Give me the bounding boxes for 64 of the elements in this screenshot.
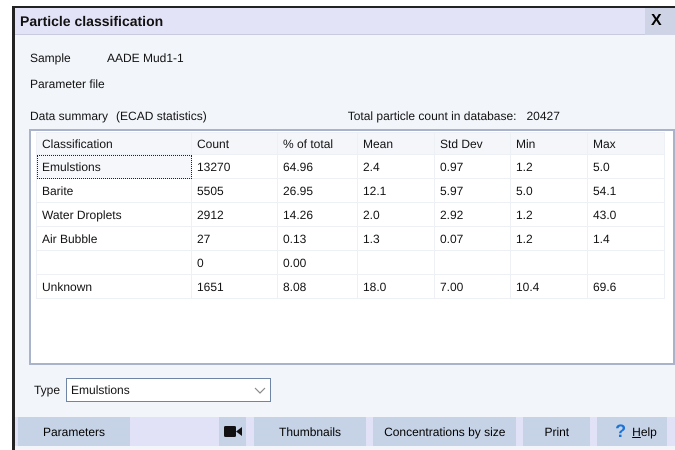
- column-header: % of total: [278, 132, 358, 154]
- table-cell: 5.0: [510, 178, 588, 202]
- table-cell: 18.0: [358, 274, 434, 298]
- table-cell: 1.3: [358, 226, 434, 250]
- toolbar-button[interactable]: Thumbnails: [254, 417, 366, 446]
- table-cell: 0.07: [434, 226, 510, 250]
- field-label: Sample: [30, 50, 72, 67]
- column-header: Classification: [36, 132, 192, 154]
- table-cell: 1.2: [510, 154, 588, 178]
- table-cell: 7.00: [434, 274, 510, 298]
- table-cell: 54.1: [588, 178, 664, 202]
- table-cell: 5.0: [588, 154, 664, 178]
- close-button[interactable]: X: [645, 8, 675, 34]
- toolbar-button[interactable]: Print: [523, 417, 590, 446]
- table-cell: 64.96: [278, 154, 358, 178]
- type-dropdown[interactable]: Emulstions: [66, 378, 272, 402]
- table-cell: 26.95: [278, 178, 358, 202]
- video-camera-icon: [224, 426, 242, 437]
- toolbar-button[interactable]: Concentrations by size: [373, 417, 516, 446]
- table-cell: 1651: [192, 274, 278, 298]
- table-cell: 69.6: [588, 274, 664, 298]
- field-label: Parameter file: [30, 77, 105, 91]
- table-cell: 0.97: [434, 154, 510, 178]
- table-cell: Water Droplets: [36, 202, 192, 226]
- table-cell: 0: [192, 250, 278, 274]
- table-cell: 0.00: [278, 250, 358, 274]
- table-cell: 10.4: [510, 274, 588, 298]
- table-cell: 12.1: [358, 178, 434, 202]
- table-cell: 0.13: [278, 226, 358, 250]
- total-value: 20427: [526, 108, 560, 125]
- table-cell: Emulstions: [36, 154, 192, 178]
- column-header: Min: [510, 132, 588, 154]
- sample-value: AADE Mud1-1: [107, 50, 184, 67]
- section-label: Data summary: [30, 108, 108, 125]
- table-cell: 43.0: [588, 202, 664, 226]
- table-cell: 13270: [192, 154, 278, 178]
- table-cell: 1.2: [510, 226, 588, 250]
- column-header: Mean: [358, 132, 434, 154]
- column-header: Max: [588, 132, 664, 154]
- camera-button[interactable]: [219, 417, 246, 446]
- column-header: Count: [192, 132, 278, 154]
- table-cell: 14.26: [278, 202, 358, 226]
- table-cell: 2.0: [358, 202, 434, 226]
- table-cell: 2912: [192, 202, 278, 226]
- table-cell: Unknown: [36, 274, 192, 298]
- caret-icon: [254, 386, 266, 394]
- toolbar-button[interactable]: Parameters: [18, 417, 130, 446]
- table-cell: 1.2: [510, 202, 588, 226]
- help-icon: ?: [615, 418, 626, 445]
- table-cell: 5.97: [434, 178, 510, 202]
- source-label: (ECAD statistics): [116, 108, 207, 125]
- help-button[interactable]: ? Help: [597, 417, 667, 446]
- column-header: Std Dev: [434, 132, 510, 154]
- table-cell: 1.4: [588, 226, 664, 250]
- table-cell: 5505: [192, 178, 278, 202]
- table-cell: 2.92: [434, 202, 510, 226]
- table-cell: 27: [192, 226, 278, 250]
- table-cell: Air Bubble: [36, 226, 192, 250]
- table-cell: 2.4: [358, 154, 434, 178]
- table-cell: Barite: [36, 178, 192, 202]
- table-cell: 8.08: [278, 274, 358, 298]
- window-title: Particle classification: [19, 12, 164, 30]
- field-label: Type: [34, 382, 60, 399]
- total-label: Total particle count in database:: [348, 108, 516, 125]
